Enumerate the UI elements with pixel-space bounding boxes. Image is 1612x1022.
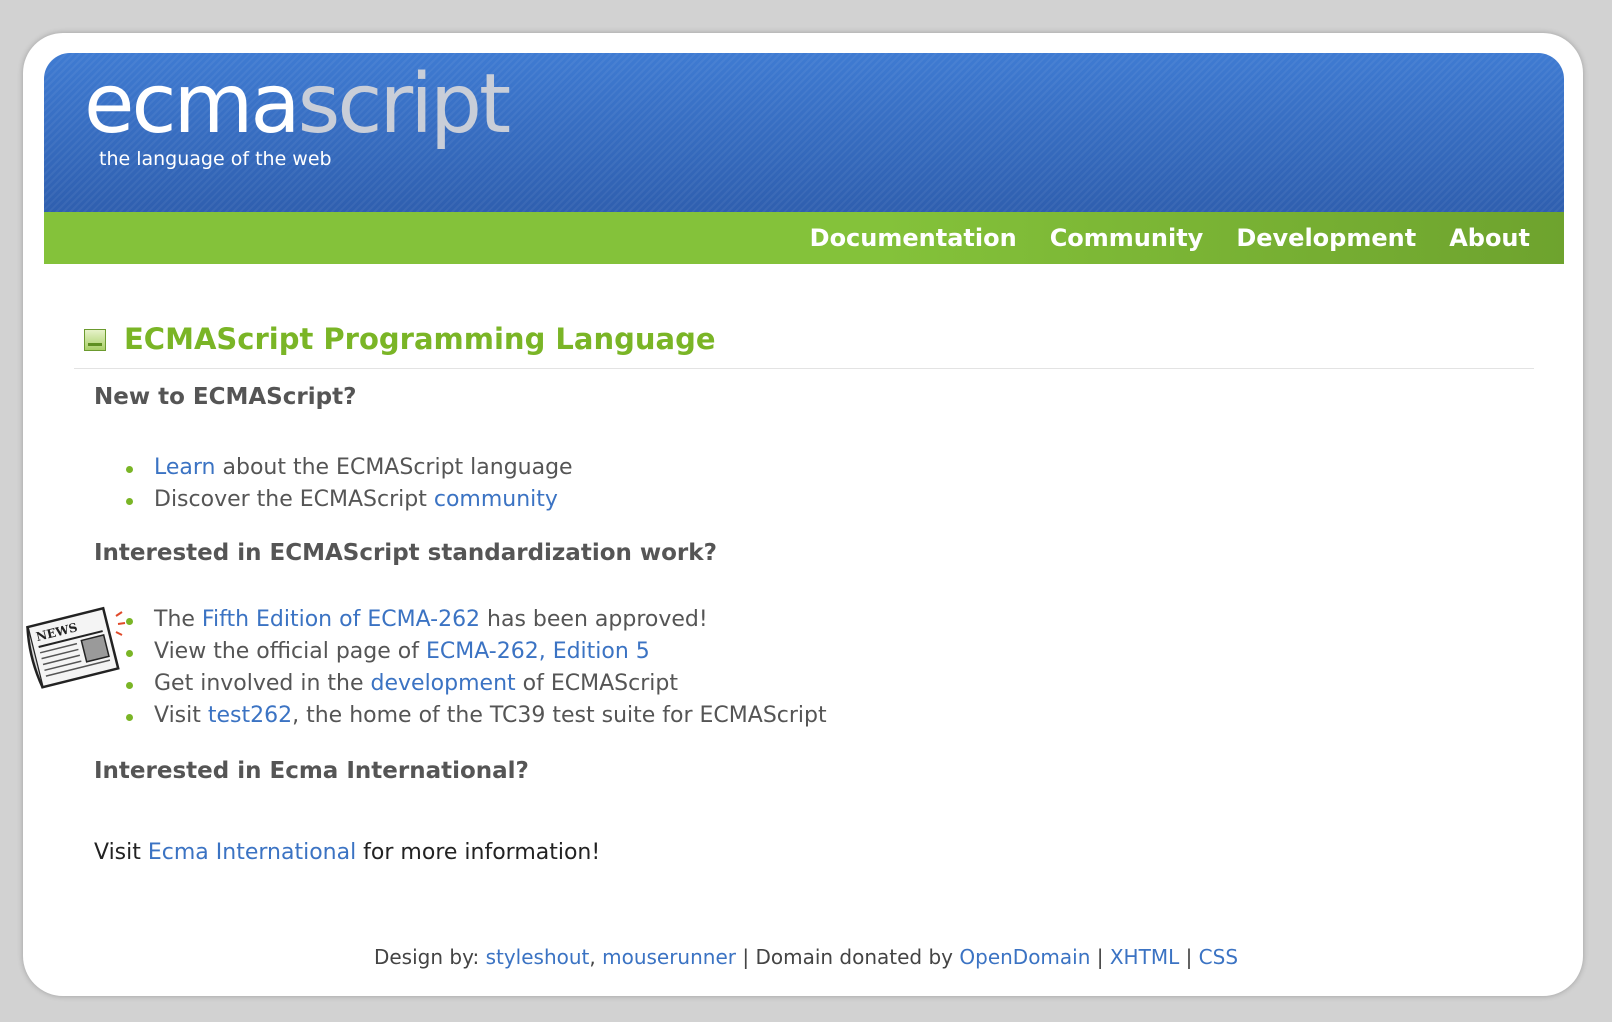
footer-text: Design by: xyxy=(373,945,486,969)
list-item: Visit test262, the home of the TC39 test… xyxy=(124,700,827,732)
list-new-to-ecmascript: Learn about the ECMAScript language Disc… xyxy=(124,452,573,516)
nav-item-community[interactable]: Community xyxy=(1050,224,1204,252)
list-item-text: Get involved in the xyxy=(154,671,371,696)
visit-text: for more information! xyxy=(356,840,601,865)
newspaper-icon: NEWS xyxy=(26,606,126,689)
fifth-edition-link[interactable]: Fifth Edition of ECMA-262 xyxy=(202,607,480,632)
heading-ecma-international: Interested in Ecma International? xyxy=(94,758,529,784)
list-item: Get involved in the development of ECMAS… xyxy=(124,668,827,700)
test262-link[interactable]: test262 xyxy=(208,703,292,728)
list-item: Learn about the ECMAScript language xyxy=(124,452,573,484)
page-title: ECMAScript Programming Language xyxy=(124,322,716,356)
nav-item-documentation[interactable]: Documentation xyxy=(810,224,1017,252)
nav-item-about[interactable]: About xyxy=(1449,224,1530,252)
footer-text: | xyxy=(1179,945,1199,969)
nav-bar: Documentation Community Development Abou… xyxy=(44,212,1564,264)
site-tagline: the language of the web xyxy=(99,148,332,170)
title-divider xyxy=(74,368,1534,369)
styleshout-link[interactable]: styleshout xyxy=(486,945,590,969)
list-item-text: , the home of the TC39 test suite for EC… xyxy=(292,703,827,728)
heading-standardization: Interested in ECMAScript standardization… xyxy=(94,540,717,566)
css-link[interactable]: CSS xyxy=(1199,945,1238,969)
list-item-text: Visit xyxy=(154,703,208,728)
list-item: Discover the ECMAScript community xyxy=(124,484,573,516)
footer: Design by: styleshout, mouserunner | Dom… xyxy=(0,945,1612,969)
list-item-text: Discover the ECMAScript xyxy=(154,487,434,512)
xhtml-link[interactable]: XHTML xyxy=(1110,945,1179,969)
learn-link[interactable]: Learn xyxy=(154,455,216,480)
list-standardization: The Fifth Edition of ECMA-262 has been a… xyxy=(124,604,827,732)
footer-text: | Domain donated by xyxy=(736,945,960,969)
development-link[interactable]: development xyxy=(371,671,516,696)
visit-text: Visit xyxy=(94,840,148,865)
nav-list: Documentation Community Development Abou… xyxy=(777,212,1530,264)
footer-text: | xyxy=(1090,945,1110,969)
footer-text: , xyxy=(589,945,603,969)
heading-new-to-ecmascript: New to ECMAScript? xyxy=(94,384,357,410)
logo-part-ecma: ecma xyxy=(84,57,301,152)
list-item-text: View the official page of xyxy=(154,639,426,664)
section-title-icon xyxy=(84,329,106,351)
visit-ecma-line: Visit Ecma International for more inform… xyxy=(94,840,600,865)
opendomain-link[interactable]: OpenDomain xyxy=(959,945,1090,969)
ecma262-edition5-link[interactable]: ECMA-262, Edition 5 xyxy=(426,639,650,664)
list-item: The Fifth Edition of ECMA-262 has been a… xyxy=(124,604,827,636)
community-link[interactable]: community xyxy=(434,487,558,512)
mouserunner-link[interactable]: mouserunner xyxy=(602,945,736,969)
list-item: View the official page of ECMA-262, Edit… xyxy=(124,636,827,668)
ecma-international-link[interactable]: Ecma International xyxy=(148,840,356,865)
site-logo[interactable]: ecmascript xyxy=(84,64,511,146)
list-item-text: The xyxy=(154,607,202,632)
logo-part-script: script xyxy=(297,57,512,152)
list-item-text: of ECMAScript xyxy=(515,671,678,696)
list-item-text: has been approved! xyxy=(480,607,708,632)
nav-item-development[interactable]: Development xyxy=(1236,224,1416,252)
list-item-text: about the ECMAScript language xyxy=(215,455,573,480)
